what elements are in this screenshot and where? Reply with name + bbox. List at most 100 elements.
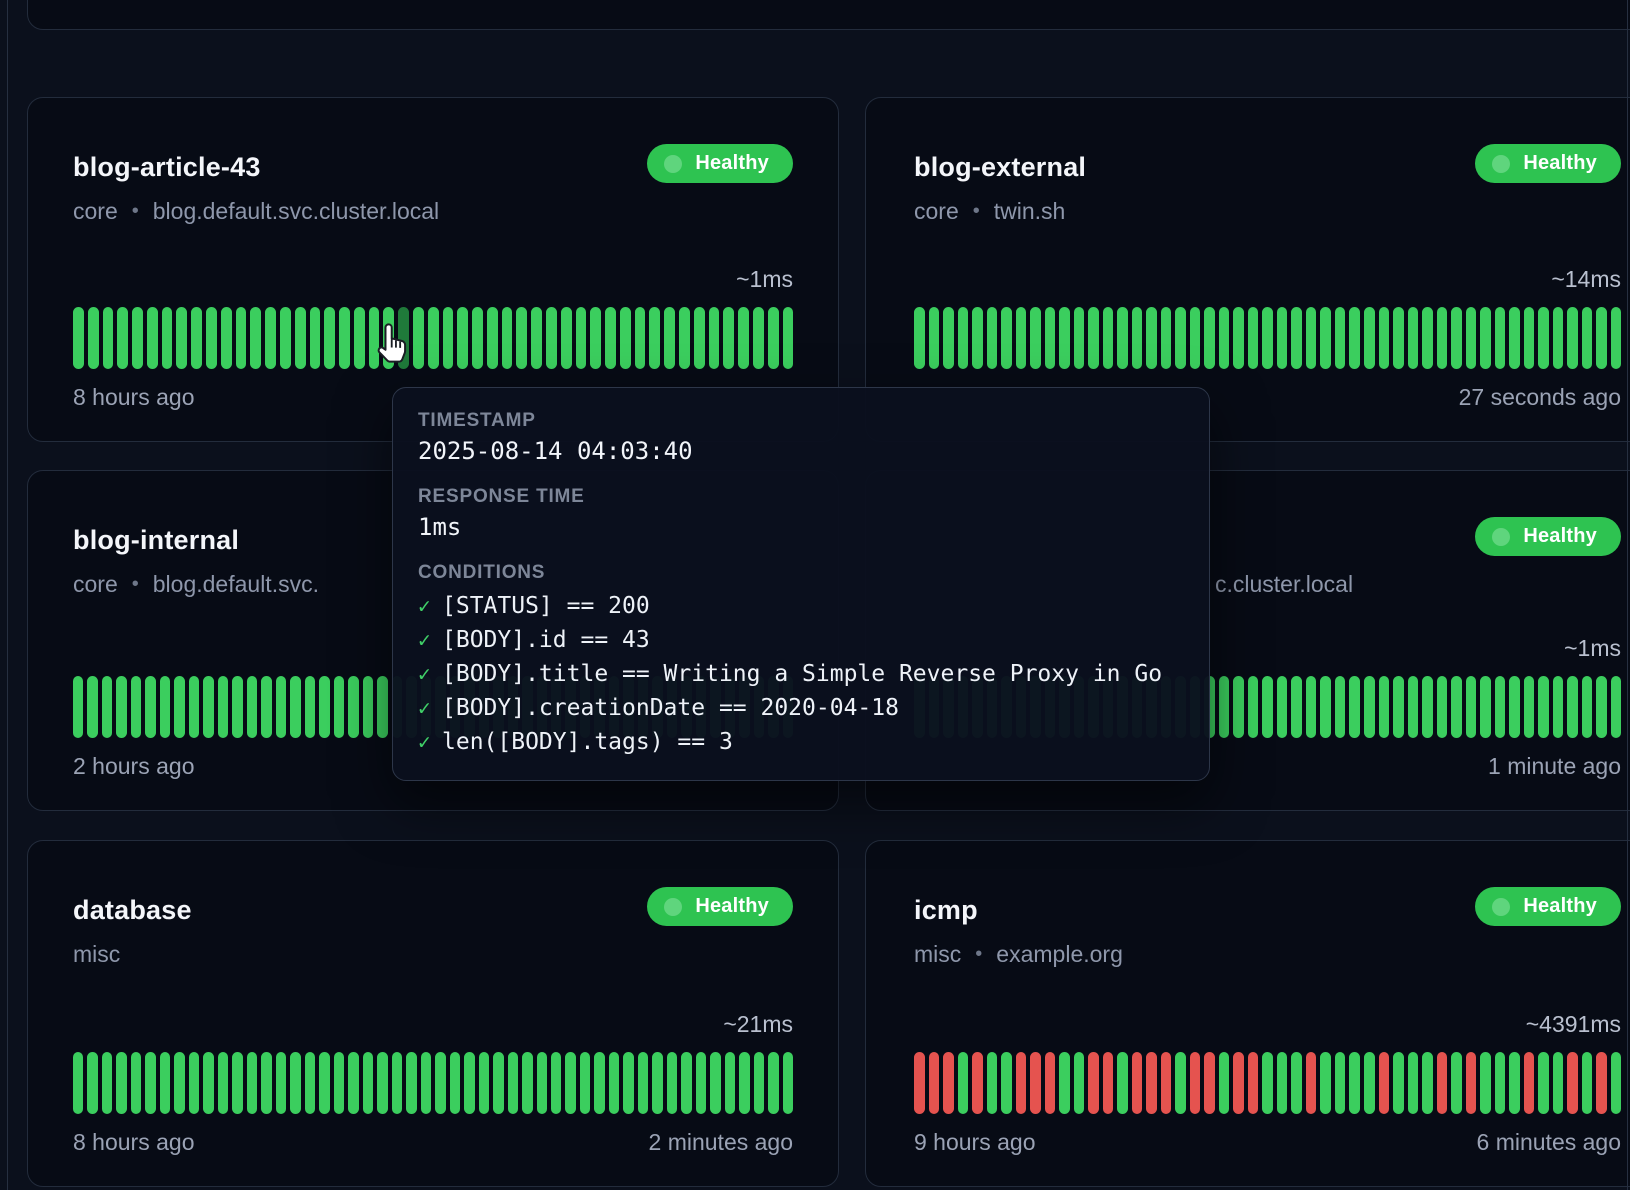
status-bar[interactable] [1074, 307, 1085, 369]
status-bar[interactable] [502, 307, 513, 369]
status-bar[interactable] [738, 307, 749, 369]
status-bar[interactable] [1103, 307, 1114, 369]
status-bar[interactable] [1335, 1052, 1346, 1114]
status-bar[interactable] [958, 307, 969, 369]
status-bar[interactable] [1393, 1052, 1404, 1114]
status-bar[interactable] [1190, 307, 1201, 369]
status-bar[interactable] [428, 307, 439, 369]
status-bar[interactable] [1524, 676, 1535, 738]
status-bar[interactable] [783, 1052, 793, 1114]
status-bar[interactable] [1611, 307, 1622, 369]
status-bar[interactable] [232, 1052, 242, 1114]
status-bar[interactable] [221, 307, 232, 369]
status-bar[interactable] [516, 307, 527, 369]
status-bar[interactable] [1320, 307, 1331, 369]
status-bar[interactable] [681, 1052, 691, 1114]
status-bar[interactable] [305, 1052, 315, 1114]
status-bar[interactable] [174, 676, 184, 738]
status-bar[interactable] [160, 676, 170, 738]
status-bar[interactable] [392, 1052, 402, 1114]
status-bar[interactable] [348, 1052, 358, 1114]
status-bar[interactable] [265, 307, 276, 369]
status-bar[interactable] [1538, 1052, 1549, 1114]
status-bar[interactable] [546, 307, 557, 369]
status-bar[interactable] [377, 1052, 387, 1114]
status-bar[interactable] [1466, 676, 1477, 738]
status-bar[interactable] [531, 307, 542, 369]
status-bar[interactable] [1538, 676, 1549, 738]
status-bar[interactable] [324, 307, 335, 369]
status-bar[interactable] [1379, 676, 1390, 738]
status-bar[interactable] [1480, 1052, 1491, 1114]
status-bar[interactable] [73, 307, 84, 369]
status-bar[interactable] [102, 676, 112, 738]
status-bar[interactable] [116, 1052, 126, 1114]
status-bar[interactable] [1582, 676, 1593, 738]
status-bar[interactable] [667, 1052, 677, 1114]
status-bar[interactable] [443, 307, 454, 369]
status-bar[interactable] [295, 307, 306, 369]
status-bar[interactable] [1495, 1052, 1506, 1114]
status-bar[interactable] [1074, 1052, 1085, 1114]
status-bar[interactable] [1596, 676, 1607, 738]
status-bar[interactable] [590, 307, 601, 369]
status-bar[interactable] [522, 1052, 532, 1114]
status-bar[interactable] [1553, 1052, 1564, 1114]
status-bar[interactable] [1451, 676, 1462, 738]
status-bar[interactable] [768, 1052, 778, 1114]
status-bar[interactable] [768, 307, 779, 369]
status-bar[interactable] [783, 307, 794, 369]
status-bar[interactable] [1277, 676, 1288, 738]
status-bar[interactable] [679, 307, 690, 369]
status-bar[interactable] [363, 676, 373, 738]
status-bar[interactable] [290, 1052, 300, 1114]
status-bar[interactable] [160, 1052, 170, 1114]
status-bar[interactable] [1262, 1052, 1273, 1114]
status-bar[interactable] [1001, 307, 1012, 369]
status-bar[interactable] [1509, 1052, 1520, 1114]
status-bar[interactable] [261, 676, 271, 738]
status-bar[interactable] [131, 676, 141, 738]
status-bar[interactable] [1408, 307, 1419, 369]
status-bar[interactable] [1248, 676, 1259, 738]
status-bar[interactable] [280, 307, 291, 369]
status-bar[interactable] [561, 307, 572, 369]
status-bar[interactable] [710, 1052, 720, 1114]
status-bar[interactable] [987, 307, 998, 369]
status-bar[interactable] [753, 307, 764, 369]
status-bar[interactable] [1393, 676, 1404, 738]
status-bar[interactable] [348, 676, 358, 738]
status-bar[interactable] [1161, 307, 1172, 369]
status-bar[interactable] [1480, 676, 1491, 738]
status-bar[interactable] [537, 1052, 547, 1114]
status-bar[interactable] [1219, 676, 1230, 738]
status-bar[interactable] [421, 1052, 431, 1114]
status-bar[interactable] [914, 307, 925, 369]
status-bar[interactable] [206, 307, 217, 369]
status-bar[interactable] [493, 1052, 503, 1114]
status-bar[interactable] [1567, 1052, 1578, 1114]
status-bar[interactable] [1349, 676, 1360, 738]
status-bar[interactable] [1567, 676, 1578, 738]
partial-card-top[interactable] [27, 0, 1630, 30]
status-bar[interactable] [943, 1052, 954, 1114]
status-bar[interactable] [131, 1052, 141, 1114]
status-bar[interactable] [290, 676, 300, 738]
status-bar[interactable] [464, 1052, 474, 1114]
status-bar[interactable] [1538, 307, 1549, 369]
status-bar[interactable] [723, 307, 734, 369]
status-bar[interactable] [479, 1052, 489, 1114]
status-bar[interactable] [1233, 676, 1244, 738]
status-bar[interactable] [565, 1052, 575, 1114]
status-bar[interactable] [305, 676, 315, 738]
status-bar[interactable] [354, 307, 365, 369]
status-bar[interactable] [334, 1052, 344, 1114]
status-bar[interactable] [1349, 307, 1360, 369]
status-bar[interactable] [276, 676, 286, 738]
status-bar[interactable] [958, 1052, 969, 1114]
status-bar[interactable] [635, 307, 646, 369]
status-bar[interactable] [1437, 1052, 1448, 1114]
status-bar[interactable] [310, 307, 321, 369]
status-bar[interactable] [117, 307, 128, 369]
status-bar[interactable] [334, 676, 344, 738]
